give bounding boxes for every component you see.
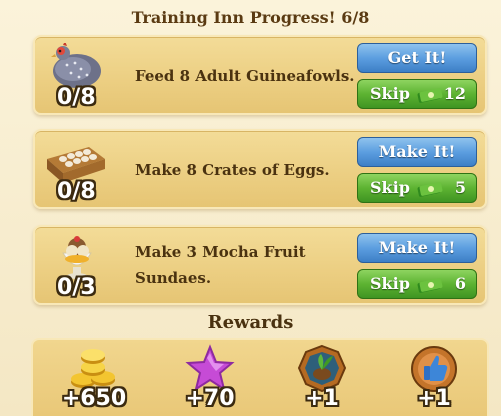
skip-button[interactable]: Skip 5	[357, 173, 477, 203]
reward-thumbs-token: +1	[389, 340, 479, 416]
task-row: 0/3 Make 3 Mocha Fruit Sundaes. Make It!…	[33, 225, 487, 305]
rewards-bar: +650 +70 +1 +1	[31, 338, 489, 416]
skip-cost: 12	[443, 84, 466, 103]
reward-experience: +70	[165, 340, 255, 416]
task-progress-count: 0/8	[57, 85, 96, 110]
egg-crate-icon	[43, 137, 109, 185]
task-row: 0/8 Feed 8 Adult Guineafowls. Get It! Sk…	[33, 35, 487, 115]
skip-button[interactable]: Skip 6	[357, 269, 477, 299]
make-it-button[interactable]: Make It!	[357, 233, 477, 263]
skip-cost: 5	[454, 178, 466, 197]
reward-coins: +650	[49, 340, 139, 416]
page-title: Training Inn Progress! 6/8	[131, 8, 370, 27]
farm-cash-icon	[416, 275, 444, 293]
reward-value: +1	[305, 386, 339, 411]
make-it-button[interactable]: Make It!	[357, 137, 477, 167]
reward-value: +650	[61, 386, 127, 411]
skip-button[interactable]: Skip 12	[357, 79, 477, 109]
skip-label: Skip	[370, 84, 410, 103]
farm-cash-icon	[416, 85, 444, 103]
reward-value: +70	[185, 386, 235, 411]
skip-cost: 6	[454, 274, 466, 293]
task-progress-count: 0/8	[57, 179, 96, 204]
reward-value: +1	[417, 386, 451, 411]
skip-label: Skip	[370, 274, 410, 293]
task-description: Make 3 Mocha Fruit Sundaes.	[135, 243, 306, 287]
task-description: Feed 8 Adult Guineafowls.	[135, 67, 355, 85]
task-progress-count: 0/3	[57, 275, 96, 300]
get-it-button[interactable]: Get It!	[357, 43, 477, 73]
sundae-icon	[43, 233, 109, 281]
skip-label: Skip	[370, 178, 410, 197]
rewards-heading: Rewards	[207, 312, 294, 333]
reward-seed-token: +1	[277, 340, 367, 416]
farm-cash-icon	[416, 179, 444, 197]
task-row: 0/8 Make 8 Crates of Eggs. Make It! Skip…	[33, 129, 487, 209]
task-description: Make 8 Crates of Eggs.	[135, 161, 330, 179]
guineafowl-icon	[43, 41, 109, 91]
